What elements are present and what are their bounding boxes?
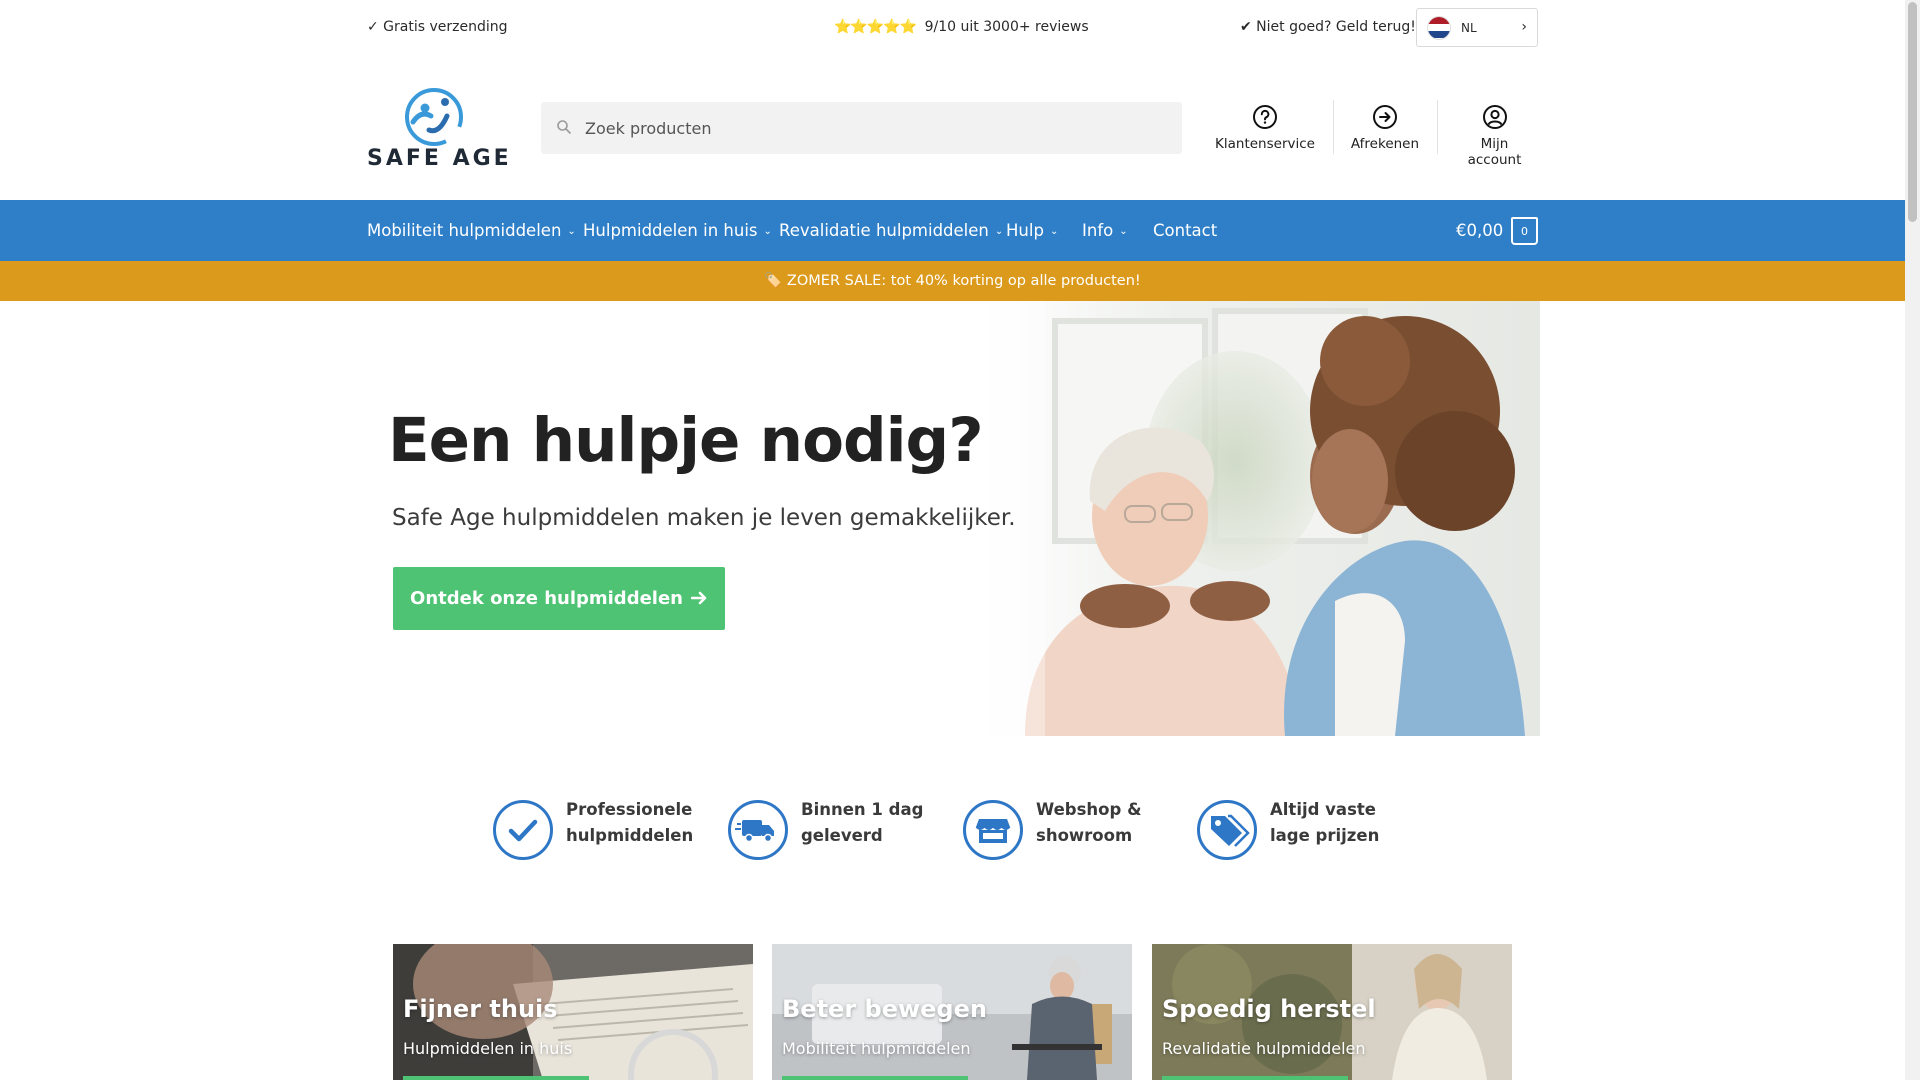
nav-item-label: Mobiliteit hulpmiddelen bbox=[367, 221, 562, 240]
nav-item-hulp[interactable]: Hulp ⌄ bbox=[1006, 221, 1058, 240]
rating-label: 9/10 uit 3000+ reviews bbox=[924, 19, 1089, 35]
discover-products-button[interactable]: Ontdek onze hulpmiddelen bbox=[393, 567, 725, 630]
chevron-down-icon: ⌄ bbox=[994, 226, 1004, 237]
nav-item-label: Info bbox=[1082, 221, 1114, 240]
language-selector[interactable]: NL › bbox=[1416, 8, 1538, 47]
money-back-text: ✔ Niet goed? Geld terug! bbox=[1240, 19, 1416, 35]
card-button[interactable] bbox=[782, 1076, 968, 1080]
header-divider bbox=[1437, 100, 1438, 154]
card-subtitle: Revalidatie hulpmiddelen bbox=[1162, 1039, 1366, 1058]
caregiver-photo bbox=[985, 301, 1540, 736]
hero-image bbox=[985, 301, 1540, 736]
discover-products-label: Ontdek onze hulpmiddelen bbox=[410, 588, 683, 609]
card-title: Fijner thuis bbox=[403, 995, 558, 1023]
category-card-recovery[interactable]: Spoedig herstel Revalidatie hulpmiddelen bbox=[1152, 944, 1512, 1080]
page: ✓ Gratis verzending ⭐⭐⭐⭐⭐ 9/10 uit 3000+… bbox=[0, 0, 1920, 1080]
logo-text: SAFE AGE bbox=[367, 146, 512, 171]
rating-text: ⭐⭐⭐⭐⭐ 9/10 uit 3000+ reviews bbox=[834, 19, 1089, 35]
chevron-down-icon: ⌄ bbox=[567, 226, 576, 237]
search-input[interactable] bbox=[585, 102, 1165, 154]
card-subtitle: Hulpmiddelen in huis bbox=[403, 1039, 573, 1058]
top-info-bar: ✓ Gratis verzending ⭐⭐⭐⭐⭐ 9/10 uit 3000+… bbox=[0, 0, 1905, 54]
page-scrollbar[interactable] bbox=[1905, 0, 1920, 1080]
header-divider bbox=[1333, 100, 1334, 154]
question-circle-icon bbox=[1253, 105, 1277, 129]
chevron-down-icon: ⌄ bbox=[1119, 226, 1128, 237]
dutch-flag-icon bbox=[1427, 15, 1451, 40]
scrollbar-thumb[interactable] bbox=[1908, 2, 1917, 222]
nav-item-label: Hulpmiddelen in huis bbox=[583, 221, 758, 240]
language-label: NL bbox=[1461, 20, 1477, 35]
nav-item-label: Revalidatie hulpmiddelen bbox=[779, 221, 989, 240]
feature-text: Binnen 1 dag geleverd bbox=[801, 800, 924, 845]
promo-banner: 🏷️ ZOMER SALE: tot 40% korting op alle p… bbox=[0, 261, 1905, 301]
nav-item-mobiliteit[interactable]: Mobiliteit hulpmiddelen ⌄ bbox=[367, 221, 576, 240]
nav-item-revalidatie[interactable]: Revalidatie hulpmiddelen ⌄ bbox=[779, 221, 1003, 240]
card-title: Beter bewegen bbox=[782, 995, 987, 1023]
store-icon bbox=[963, 800, 1023, 860]
hero-subtitle: Safe Age hulpmiddelen maken je leven gem… bbox=[392, 505, 1016, 531]
arrow-right-circle-icon bbox=[1373, 105, 1397, 129]
feature-text: Webshop & showroom bbox=[1036, 800, 1142, 845]
nav-item-in-huis[interactable]: Hulpmiddelen in huis ⌄ bbox=[583, 221, 772, 240]
hero-title: Een hulpje nodig? bbox=[388, 405, 984, 476]
my-account-label: Mijn account bbox=[1467, 136, 1522, 168]
rating-stars-icon: ⭐⭐⭐⭐⭐ bbox=[834, 19, 917, 35]
my-account-link[interactable]: Mijn account bbox=[1452, 104, 1537, 168]
main-navigation: Mobiliteit hulpmiddelen ⌄ Hulpmiddelen in… bbox=[0, 200, 1905, 261]
customer-service-label: Klantenservice bbox=[1215, 136, 1315, 152]
card-title: Spoedig herstel bbox=[1162, 995, 1376, 1023]
customer-service-link[interactable]: Klantenservice bbox=[1215, 104, 1315, 152]
nav-item-label: Hulp bbox=[1006, 221, 1044, 240]
category-card-home[interactable]: Fijner thuis Hulpmiddelen in huis bbox=[393, 944, 753, 1080]
arrow-right-icon bbox=[690, 591, 707, 605]
delivery-truck-icon bbox=[728, 800, 788, 860]
search-icon bbox=[557, 120, 571, 134]
card-subtitle: Mobiliteit hulpmiddelen bbox=[782, 1039, 971, 1058]
chevron-down-icon: ⌄ bbox=[763, 226, 772, 237]
feature-text: Altijd vaste lage prijzen bbox=[1270, 800, 1380, 845]
user-circle-icon bbox=[1482, 105, 1507, 129]
chevron-right-icon: › bbox=[1521, 19, 1527, 35]
checkmark-icon bbox=[493, 800, 553, 860]
feature-text: Professionele hulpmiddelen bbox=[566, 800, 694, 845]
cart-total[interactable]: €0,00 bbox=[1456, 221, 1503, 240]
price-tag-icon bbox=[1197, 800, 1257, 860]
card-button[interactable] bbox=[1162, 1076, 1348, 1080]
search-bar[interactable] bbox=[541, 102, 1182, 154]
chevron-down-icon: ⌄ bbox=[1049, 226, 1059, 237]
cart-count: 0 bbox=[1521, 225, 1528, 238]
card-button[interactable] bbox=[403, 1076, 589, 1080]
cart-icon[interactable]: 0 bbox=[1511, 217, 1538, 245]
logo-figure-icon bbox=[404, 87, 464, 147]
nav-item-info[interactable]: Info ⌄ bbox=[1082, 221, 1128, 240]
free-shipping-text: ✓ Gratis verzending bbox=[367, 19, 508, 35]
checkout-link[interactable]: Afrekenen bbox=[1345, 104, 1425, 152]
checkout-label: Afrekenen bbox=[1350, 136, 1420, 152]
nav-item-label: Contact bbox=[1153, 221, 1218, 240]
category-card-mobility[interactable]: Beter bewegen Mobiliteit hulpmiddelen bbox=[772, 944, 1132, 1080]
site-logo[interactable]: SAFE AGE bbox=[367, 84, 509, 174]
nav-item-contact[interactable]: Contact bbox=[1153, 221, 1217, 240]
